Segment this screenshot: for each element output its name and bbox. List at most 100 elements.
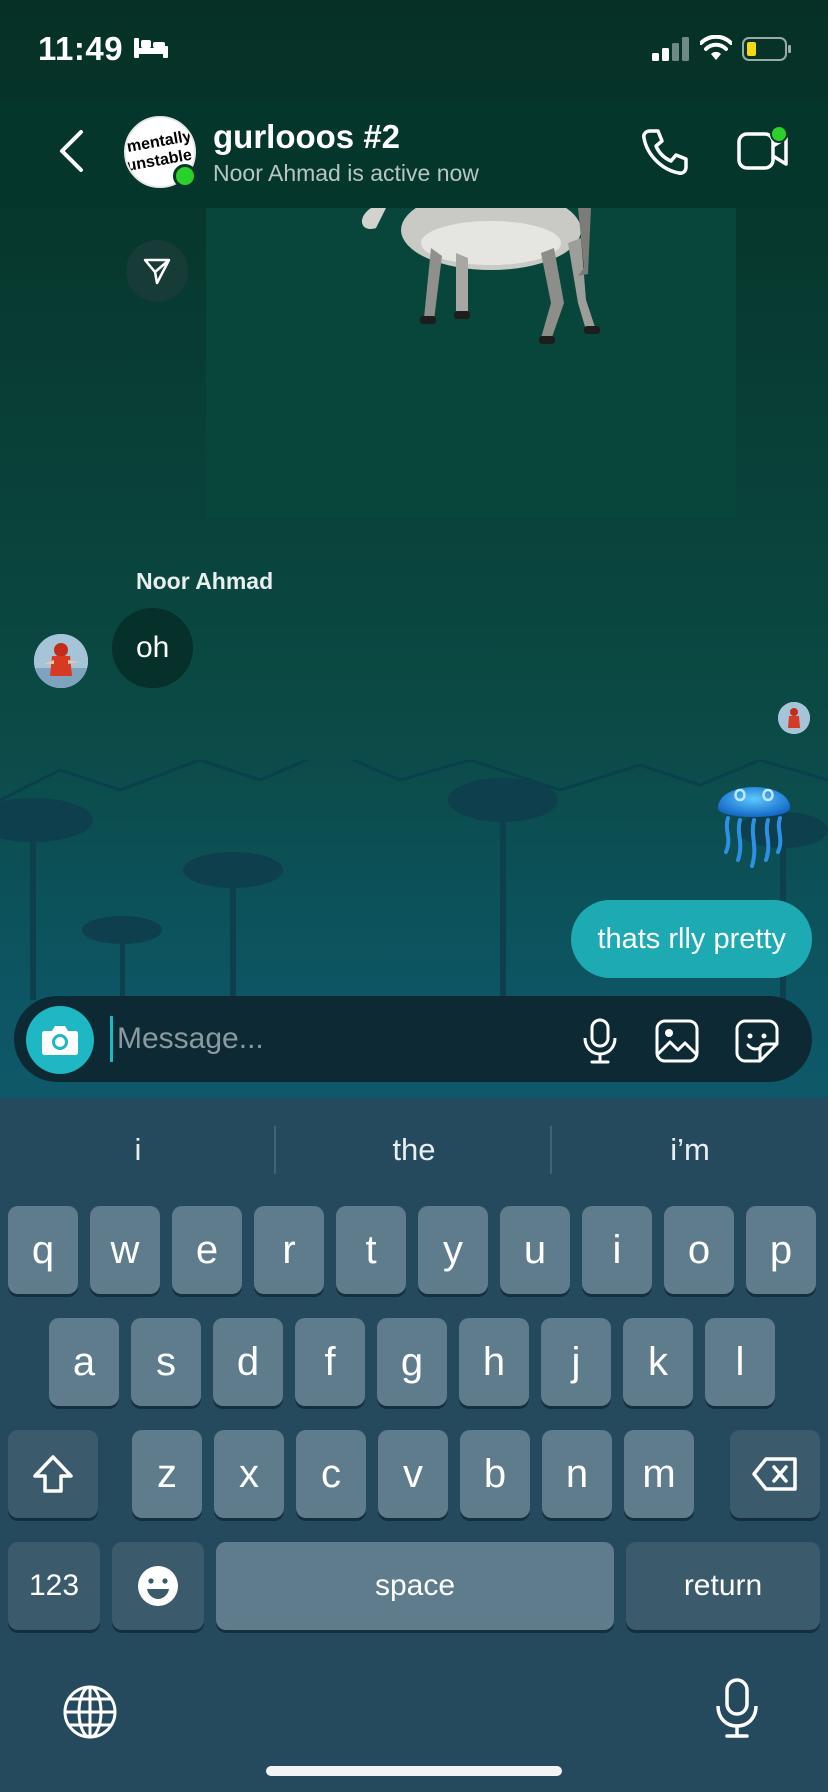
jellyfish-sticker[interactable] xyxy=(712,768,796,868)
key-o-label: o xyxy=(687,1228,711,1272)
key-u-label: u xyxy=(523,1228,547,1272)
key-u[interactable]: u xyxy=(500,1206,570,1294)
sender-avatar[interactable] xyxy=(34,634,88,688)
suggestion-divider xyxy=(550,1126,552,1174)
key-z[interactable]: z xyxy=(132,1430,202,1518)
key-j[interactable]: j xyxy=(541,1318,611,1406)
sent-message-bubble[interactable]: thats rlly pretty xyxy=(571,900,812,978)
wifi-icon xyxy=(700,35,732,60)
key-v[interactable]: v xyxy=(378,1430,448,1518)
key-v-label: v xyxy=(403,1452,423,1496)
key-n-label: n xyxy=(565,1452,589,1496)
emoji-key[interactable] xyxy=(112,1542,204,1630)
sender-name: Noor Ahmad xyxy=(136,568,274,594)
key-q-label: q xyxy=(31,1228,55,1272)
sticker-icon[interactable] xyxy=(734,1018,780,1064)
key-d-label: d xyxy=(236,1340,260,1384)
status-time: 11:49 xyxy=(38,30,124,67)
share-button[interactable] xyxy=(126,240,188,302)
message-input[interactable] xyxy=(110,1016,550,1062)
key-r-label: r xyxy=(282,1228,296,1272)
key-r[interactable]: r xyxy=(254,1206,324,1294)
key-p-label: p xyxy=(769,1228,793,1272)
back-chevron-icon[interactable] xyxy=(56,128,86,174)
return-key[interactable]: return xyxy=(626,1542,820,1630)
video-active-dot xyxy=(770,125,788,143)
key-k[interactable]: k xyxy=(623,1318,693,1406)
suggestion-divider xyxy=(274,1126,276,1174)
shift-arrow-icon xyxy=(33,1455,73,1493)
suggestion-3[interactable]: i’m xyxy=(552,1126,828,1174)
battery-icon xyxy=(742,37,791,61)
key-i-label: i xyxy=(612,1228,622,1272)
key-x[interactable]: x xyxy=(214,1430,284,1518)
backspace-key[interactable] xyxy=(730,1430,820,1518)
microphone-icon[interactable] xyxy=(582,1018,618,1064)
camera-button[interactable] xyxy=(26,1006,94,1074)
key-g-label: g xyxy=(400,1340,424,1384)
chat-screen: 11:49 mentally unstable gurlooos #2 Noor… xyxy=(0,0,828,1792)
seen-by-avatar xyxy=(778,702,810,734)
key-e[interactable]: e xyxy=(172,1206,242,1294)
sleep-focus-icon xyxy=(134,38,168,58)
key-h-label: h xyxy=(482,1340,506,1384)
phone-call-icon[interactable] xyxy=(640,127,690,177)
key-c-label: c xyxy=(321,1452,341,1496)
emoji-icon xyxy=(138,1566,178,1606)
key-l-label: l xyxy=(735,1340,745,1384)
home-indicator[interactable] xyxy=(266,1766,562,1776)
shift-key[interactable] xyxy=(8,1430,98,1518)
key-l[interactable]: l xyxy=(705,1318,775,1406)
key-m-label: m xyxy=(642,1452,676,1496)
key-x-label: x xyxy=(239,1452,259,1496)
shared-image-message[interactable] xyxy=(206,208,736,518)
key-j-label: j xyxy=(571,1340,581,1384)
cellular-signal-icon xyxy=(652,37,689,61)
key-o[interactable]: o xyxy=(664,1206,734,1294)
numbers-key-label: 123 xyxy=(28,1569,80,1602)
key-p[interactable]: p xyxy=(746,1206,816,1294)
globe-icon[interactable] xyxy=(62,1684,118,1740)
predictive-suggestions: i the i’m xyxy=(0,1126,828,1174)
dictation-microphone-icon[interactable] xyxy=(714,1678,760,1740)
key-z-label: z xyxy=(157,1452,177,1496)
suggestion-1[interactable]: i xyxy=(0,1126,276,1174)
numbers-key[interactable]: 123 xyxy=(8,1542,100,1630)
key-k-label: k xyxy=(648,1340,668,1384)
space-key[interactable]: space xyxy=(216,1542,614,1630)
key-t[interactable]: t xyxy=(336,1206,406,1294)
key-y-label: y xyxy=(443,1228,463,1272)
key-t-label: t xyxy=(365,1228,377,1272)
gallery-icon[interactable] xyxy=(654,1018,700,1064)
camera-icon xyxy=(42,1026,78,1055)
key-b[interactable]: b xyxy=(460,1430,530,1518)
space-key-label: space xyxy=(374,1569,456,1602)
send-paper-plane-icon xyxy=(143,258,171,285)
key-m[interactable]: m xyxy=(624,1430,694,1518)
key-q[interactable]: q xyxy=(8,1206,78,1294)
key-f-label: f xyxy=(324,1340,336,1384)
key-n[interactable]: n xyxy=(542,1430,612,1518)
key-y[interactable]: y xyxy=(418,1206,488,1294)
key-a-label: a xyxy=(72,1340,96,1384)
received-message-bubble[interactable]: oh xyxy=(112,608,194,688)
chat-title[interactable]: gurlooos #2 xyxy=(213,118,400,156)
key-s-label: s xyxy=(156,1340,176,1384)
key-d[interactable]: d xyxy=(213,1318,283,1406)
online-status-dot xyxy=(173,164,197,188)
key-h[interactable]: h xyxy=(459,1318,529,1406)
key-g[interactable]: g xyxy=(377,1318,447,1406)
key-w[interactable]: w xyxy=(90,1206,160,1294)
key-a[interactable]: a xyxy=(49,1318,119,1406)
key-e-label: e xyxy=(195,1228,219,1272)
key-s[interactable]: s xyxy=(131,1318,201,1406)
key-f[interactable]: f xyxy=(295,1318,365,1406)
active-status-text: Noor Ahmad is active now xyxy=(213,160,479,186)
key-w-label: w xyxy=(110,1228,140,1272)
key-c[interactable]: c xyxy=(296,1430,366,1518)
backspace-icon xyxy=(752,1457,797,1491)
return-key-label: return xyxy=(683,1569,763,1602)
key-i[interactable]: i xyxy=(582,1206,652,1294)
key-b-label: b xyxy=(483,1452,507,1496)
suggestion-2[interactable]: the xyxy=(276,1126,552,1174)
